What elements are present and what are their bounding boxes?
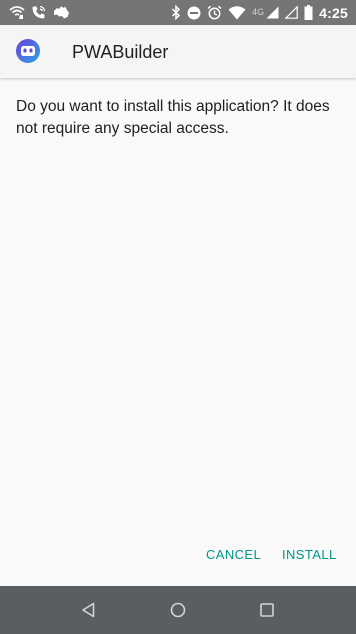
recents-icon[interactable]	[257, 600, 277, 620]
install-prompt-message: Do you want to install this application?…	[16, 98, 330, 137]
status-bar: 4G 4:25	[0, 0, 356, 25]
phone-icon	[31, 5, 46, 20]
australia-icon	[52, 5, 70, 20]
alarm-icon	[207, 5, 222, 20]
do-not-disturb-icon	[187, 6, 201, 20]
wifi-icon	[228, 5, 246, 20]
signal-icon	[266, 6, 279, 19]
wifi-call-icon	[9, 5, 25, 20]
pwabuilder-logo-icon	[16, 39, 40, 63]
status-bar-system: 4G 4:25	[171, 3, 348, 22]
app-title: PWABuilder	[72, 42, 169, 62]
signal-empty-icon	[285, 6, 298, 19]
status-bar-clock: 4:25	[319, 4, 348, 21]
home-icon[interactable]	[168, 600, 188, 620]
bluetooth-icon	[171, 5, 181, 20]
back-icon[interactable]	[79, 600, 99, 620]
app-header: PWABuilder	[0, 25, 356, 78]
status-bar-notifications	[9, 3, 70, 22]
battery-icon	[304, 5, 313, 20]
navigation-bar	[0, 586, 356, 634]
install-button[interactable]: INSTALL	[282, 543, 337, 567]
network-type-label: 4G	[252, 7, 265, 17]
cancel-button[interactable]: CANCEL	[206, 543, 261, 567]
